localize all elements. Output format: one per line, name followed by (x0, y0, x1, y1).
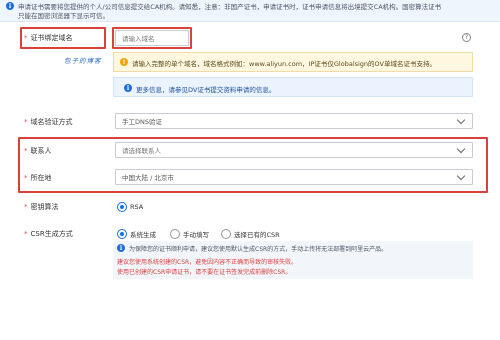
help-icon[interactable]: ? (462, 33, 471, 42)
csr-label: * CSR生成方式 (24, 230, 73, 238)
csr-note-line-3: 使用已创建的CSR申请证书，请不要在证书签发完成前删除CSR。 (117, 269, 292, 276)
csr-option-manual[interactable]: 手动填写 (170, 229, 209, 239)
location-label: * 所在地 (24, 174, 52, 182)
csr-option-system[interactable]: 系统生成 (117, 229, 156, 239)
dv-info-link[interactable]: 更多信息，请参见DV证书提交资料申请的信息。 (136, 84, 275, 94)
contact-select[interactable]: 请选择联系人 (115, 142, 473, 158)
radio-selected-icon[interactable] (117, 229, 127, 239)
chevron-down-icon (456, 115, 466, 124)
info-icon: i (117, 244, 125, 252)
radio-unselected-icon[interactable] (221, 229, 231, 239)
algorithm-option-rsa[interactable]: RSA (117, 202, 143, 212)
csr-note-line-2: 建议您使用系统创建的CSR，避免因内容不正确而导致的审核失败。 (117, 259, 298, 266)
chevron-down-icon (456, 171, 466, 180)
csr-note: i 为保障您的证书顺利申请，建议您使用默认生成CSR的方式，手动上传将无法部署到… (113, 241, 473, 279)
csr-note-line-1: 为保障您的证书顺利申请，建议您使用默认生成CSR的方式，手动上传将无法部署到阿里… (129, 246, 388, 253)
chevron-down-icon (456, 144, 466, 153)
radio-selected-icon[interactable] (117, 202, 127, 212)
notice-line-2: 只能在国密浏览器下显示可信。 (18, 12, 109, 20)
top-notice: i 申请证书需要将您提供的个人/公司信息提交给CA机构。请知悉，注意：非国产证书… (0, 0, 500, 22)
info-icon: i (6, 2, 14, 10)
domain-format-tip-text: 请输入完整的单个域名，域名格式例如：www.aliyun.com，IP证书仅Gl… (132, 60, 437, 68)
validation-label: * 域名验证方式 (24, 118, 73, 126)
validation-method-select[interactable]: 手工DNS验证 (115, 113, 473, 129)
algorithm-label: * 密钥算法 (24, 203, 59, 211)
domain-input[interactable]: 请输入域名 (115, 30, 189, 46)
domain-format-tip: ! 请输入完整的单个域名，域名格式例如：www.aliyun.com，IP证书仅… (113, 52, 473, 72)
radio-unselected-icon[interactable] (170, 229, 180, 239)
warning-icon: ! (120, 58, 128, 66)
contact-label: * 联系人 (24, 147, 52, 155)
location-select[interactable]: 中国大陆 / 北京市 (115, 169, 473, 185)
watermark: 包子的博客 (64, 57, 102, 65)
csr-option-existing[interactable]: 选择已有的CSR (221, 229, 280, 239)
dv-info-tip: i 更多信息，请参见DV证书提交资料申请的信息。 (113, 77, 473, 97)
domain-label: * 证书绑定域名 (24, 34, 73, 42)
info-icon: i (124, 84, 132, 92)
